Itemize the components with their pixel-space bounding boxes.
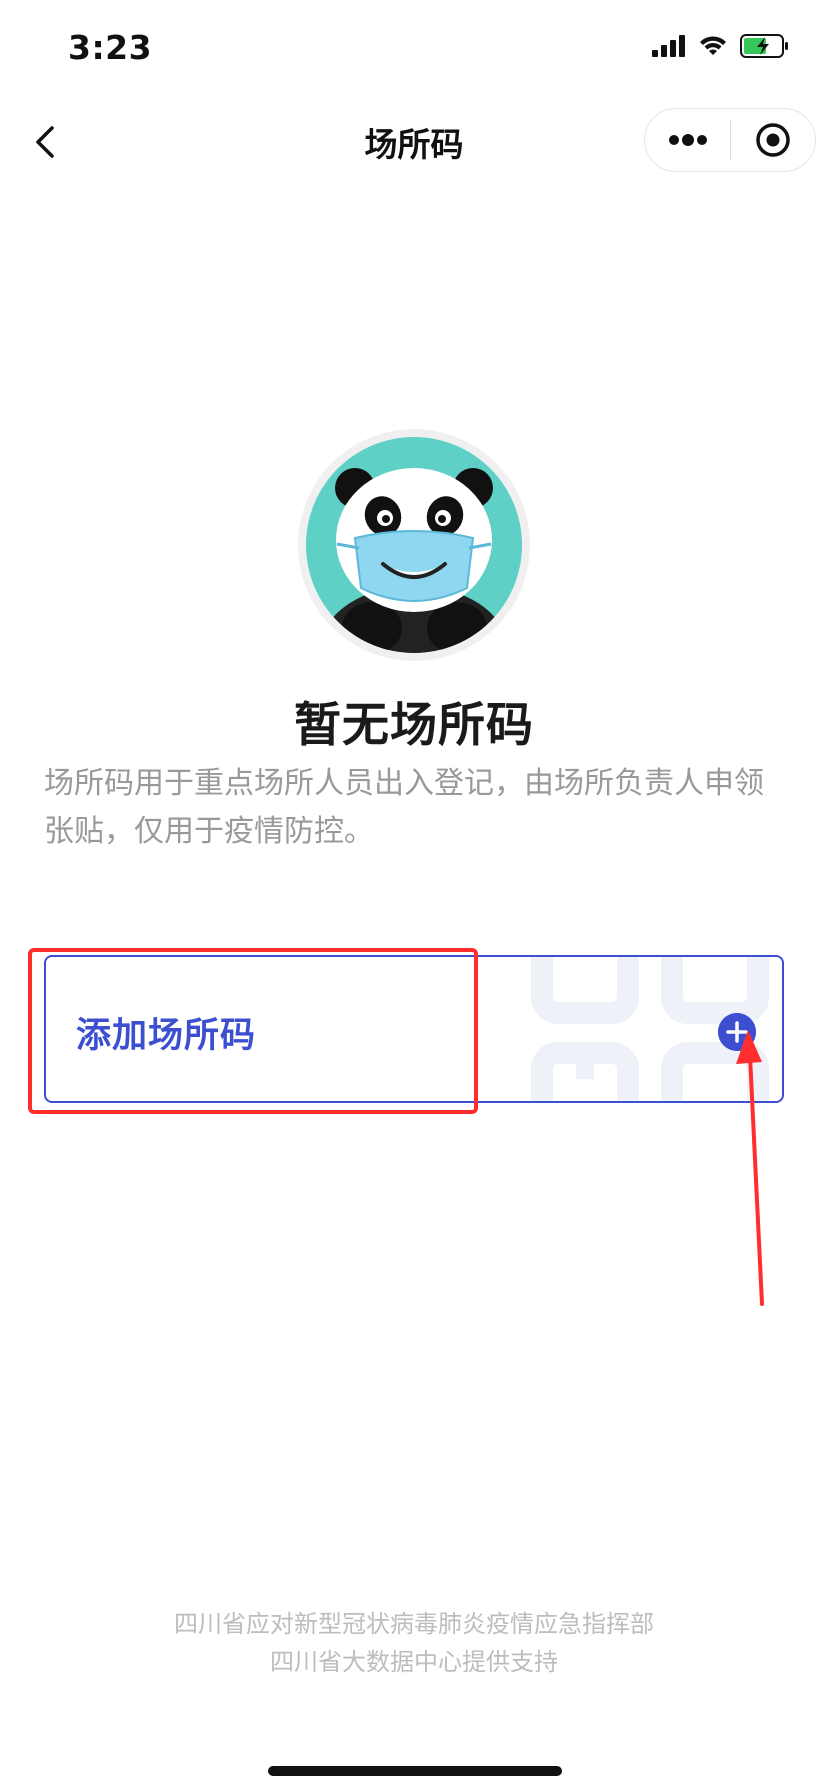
empty-title: 暂无场所码	[294, 698, 534, 753]
status-icons	[652, 34, 790, 58]
panda-mask-icon	[298, 429, 530, 661]
signal-icon	[652, 35, 685, 57]
screen: 3:23 场所码 暂无场所码 场所码用于重点场所人员出入登记，由场所负责人申领张…	[0, 0, 828, 1792]
more-button[interactable]	[645, 108, 730, 172]
footer-line-2: 四川省大数据中心提供支持	[270, 1648, 558, 1676]
panda-illustration	[297, 428, 531, 662]
status-bar: 3:23	[0, 0, 828, 100]
annotation-arrow-icon	[736, 1030, 764, 1306]
more-dots-icon	[668, 134, 707, 146]
annotation-highlight-box	[28, 948, 478, 1114]
home-indicator[interactable]	[268, 1766, 562, 1776]
footer-line-1: 四川省应对新型冠状病毒肺炎疫情应急指挥部	[174, 1610, 654, 1638]
mini-program-capsule	[644, 108, 816, 172]
target-circle-icon	[756, 123, 790, 157]
battery-charging-icon	[740, 34, 788, 58]
status-time: 3:23	[68, 28, 153, 67]
close-miniprogram-button[interactable]	[731, 108, 815, 172]
nav-bar: 场所码	[0, 100, 828, 184]
empty-description: 场所码用于重点场所人员出入登记，由场所负责人申领张贴，仅用于疫情防控。	[44, 766, 764, 849]
footer: 四川省应对新型冠状病毒肺炎疫情应急指挥部 四川省大数据中心提供支持	[0, 1605, 828, 1681]
wifi-icon	[700, 36, 726, 55]
